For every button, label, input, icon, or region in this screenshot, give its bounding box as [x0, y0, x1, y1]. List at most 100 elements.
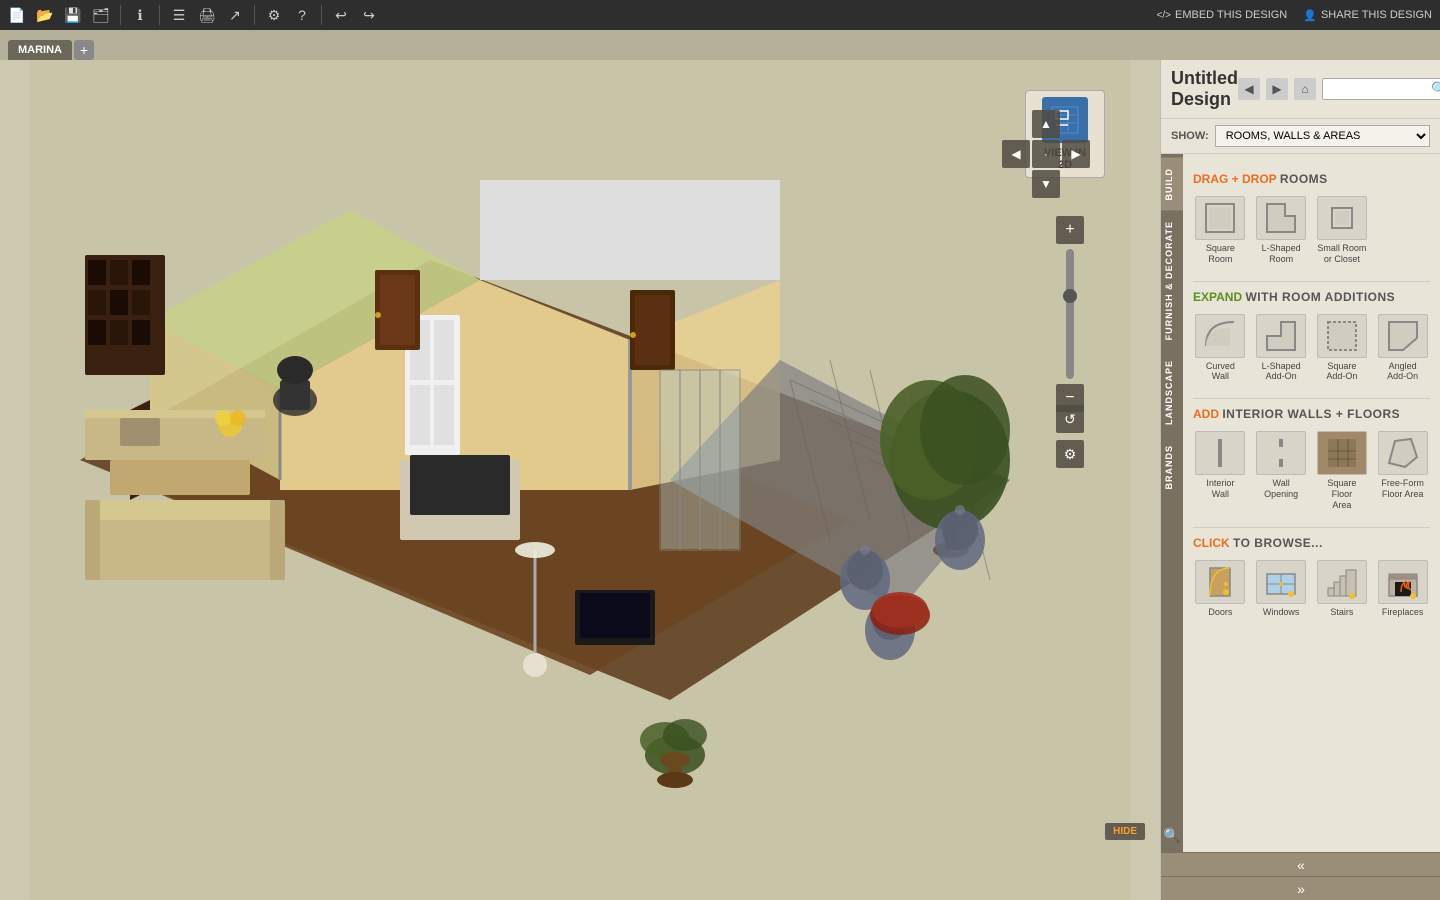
tab-landscape[interactable]: LANDSCAPE	[1161, 350, 1183, 435]
divider-2	[1193, 398, 1430, 399]
save-icon[interactable]: 💾	[64, 6, 82, 24]
nav-center-btn[interactable]: ·	[1032, 140, 1060, 168]
tab-brands[interactable]: BRANDS	[1161, 435, 1183, 500]
print-icon[interactable]: 🖨	[198, 6, 216, 24]
nav-down-btn[interactable]: ▼	[1032, 170, 1060, 198]
stairs-label: Stairs	[1330, 607, 1353, 618]
right-panel: Untitled Design ◀ ▶ ⌂ 🔍 SHOW: ROOMS, WAL…	[1160, 60, 1440, 900]
sec4-highlight: CLICK	[1193, 536, 1230, 550]
nav-up-btn[interactable]: ▲	[1032, 110, 1060, 138]
panel-search-input[interactable]	[1327, 83, 1427, 95]
show-bar: SHOW: ROOMS, WALLS & AREAS	[1161, 119, 1440, 154]
canvas-area[interactable]: VIEW IN 2D ▲ ◀ · ▶ ▼ + − ↺	[0, 60, 1160, 900]
toolbar: 📄 📂 💾 🗂 ℹ ☰ 🖨 ↗ ⚙ ? ↩ ↪ </> EMBED THIS D…	[0, 0, 1440, 30]
square-addon-label: SquareAdd-On	[1326, 361, 1357, 383]
share-btn[interactable]: 👤 SHARE THIS DESIGN	[1303, 9, 1432, 22]
panel-header-actions: ◀ ▶ ⌂ 🔍	[1238, 78, 1440, 100]
small-room-label: Small Roomor Closet	[1317, 243, 1366, 265]
open-icon[interactable]: 📂	[36, 6, 54, 24]
floor-plan-svg	[0, 60, 1160, 900]
freeform-floor-label: Free-FormFloor Area	[1381, 478, 1424, 500]
settings-icon[interactable]: ⚙	[265, 6, 283, 24]
item-lshaped-addon[interactable]: L-ShapedAdd-On	[1254, 310, 1309, 387]
panel-body: BUILD FURNISH & DECORATE LANDSCAPE BRAND…	[1161, 154, 1440, 852]
tab-marina[interactable]: MARINA	[8, 40, 72, 60]
item-interior-wall[interactable]: InteriorWall	[1193, 427, 1248, 514]
sec3-highlight: ADD	[1193, 407, 1219, 421]
item-freeform-floor[interactable]: Free-FormFloor Area	[1375, 427, 1430, 514]
sep2	[159, 5, 160, 25]
panel-back-btn[interactable]: ◀	[1238, 78, 1260, 100]
angled-addon-label: AngledAdd-On	[1387, 361, 1418, 383]
item-square-room[interactable]: SquareRoom	[1193, 192, 1248, 269]
redo-icon[interactable]: ↪	[360, 6, 378, 24]
export-icon[interactable]: ↗	[226, 6, 244, 24]
help-icon[interactable]: ?	[293, 6, 311, 24]
section-browse-header: CLICK TO BROWSE...	[1193, 536, 1430, 550]
panel-search[interactable]: 🔍	[1322, 78, 1440, 100]
zoom-slider[interactable]	[1066, 249, 1074, 379]
panel-bottom-controls: « »	[1161, 852, 1440, 900]
item-small-room[interactable]: Small Roomor Closet	[1315, 192, 1370, 269]
expand-grid: CurvedWall L-ShapedAdd-On SquareAdd-On	[1193, 310, 1430, 387]
info-icon[interactable]: ℹ	[131, 6, 149, 24]
collapse-up-btn[interactable]: «	[1161, 852, 1440, 876]
interior-wall-icon	[1195, 431, 1245, 475]
nav-controls: ▲ ◀ · ▶ ▼	[1002, 110, 1090, 198]
item-angled-addon[interactable]: AngledAdd-On	[1375, 310, 1430, 387]
item-lshaped-room[interactable]: L-ShapedRoom	[1254, 192, 1309, 269]
small-room-icon	[1317, 196, 1367, 240]
lshaped-room-label: L-ShapedRoom	[1262, 243, 1301, 265]
show-dropdown[interactable]: ROOMS, WALLS & AREAS	[1215, 125, 1430, 147]
sec1-highlight: DRAG + DROP	[1193, 172, 1276, 186]
main-area: VIEW IN 2D ▲ ◀ · ▶ ▼ + − ↺	[0, 60, 1440, 900]
nav-left-btn[interactable]: ◀	[1002, 140, 1030, 168]
side-tabs: BUILD FURNISH & DECORATE LANDSCAPE BRAND…	[1161, 154, 1183, 852]
freeform-floor-icon	[1378, 431, 1428, 475]
zoom-in-btn[interactable]: +	[1056, 216, 1084, 244]
section-interior-header: ADD INTERIOR WALLS + FLOORS	[1193, 407, 1430, 421]
undo-icon[interactable]: ↩	[332, 6, 350, 24]
new-icon[interactable]: 📄	[8, 6, 26, 24]
panel-home-btn[interactable]: ⌂	[1294, 78, 1316, 100]
item-square-addon[interactable]: SquareAdd-On	[1315, 310, 1370, 387]
square-room-label: SquareRoom	[1206, 243, 1235, 265]
nav-right-btn[interactable]: ▶	[1062, 140, 1090, 168]
wall-opening-label: WallOpening	[1264, 478, 1298, 500]
fireplaces-icon	[1378, 560, 1428, 604]
hide-btn[interactable]: HIDE	[1105, 823, 1145, 840]
show-label: SHOW:	[1171, 130, 1209, 142]
divider-1	[1193, 281, 1430, 282]
panel-content: DRAG + DROP ROOMS SquareRoom L-S	[1183, 154, 1440, 852]
item-doors[interactable]: Doors	[1193, 556, 1248, 622]
square-floor-icon	[1317, 431, 1367, 475]
square-floor-label: Square FloorArea	[1317, 478, 1368, 510]
item-fireplaces[interactable]: Fireplaces	[1375, 556, 1430, 622]
zoom-slider-thumb[interactable]	[1063, 289, 1077, 303]
panel-header: Untitled Design ◀ ▶ ⌂ 🔍	[1161, 60, 1440, 119]
reset-view-btn[interactable]: ↺	[1056, 405, 1084, 433]
item-windows[interactable]: Windows	[1254, 556, 1309, 622]
tab-add-btn[interactable]: +	[74, 40, 94, 60]
item-stairs[interactable]: Stairs	[1315, 556, 1370, 622]
search-icon[interactable]: 🔍	[1431, 81, 1440, 97]
saveas-icon[interactable]: 🗂	[92, 6, 110, 24]
item-square-floor[interactable]: Square FloorArea	[1315, 427, 1370, 514]
section-drag-drop-header: DRAG + DROP ROOMS	[1193, 172, 1430, 186]
list-icon[interactable]: ☰	[170, 6, 188, 24]
panel-forward-btn[interactable]: ▶	[1266, 78, 1288, 100]
tab-build[interactable]: BUILD	[1161, 158, 1183, 211]
embed-share-area: </> EMBED THIS DESIGN 👤 SHARE THIS DESIG…	[1157, 9, 1432, 22]
view-settings-btn[interactable]: ⚙	[1056, 440, 1084, 468]
collapse-down-btn[interactable]: »	[1161, 876, 1440, 900]
divider-3	[1193, 527, 1430, 528]
windows-icon	[1256, 560, 1306, 604]
sec2-rest: WITH ROOM ADDITIONS	[1245, 290, 1395, 304]
item-wall-opening[interactable]: WallOpening	[1254, 427, 1309, 514]
doors-label: Doors	[1208, 607, 1232, 618]
embed-btn[interactable]: </> EMBED THIS DESIGN	[1157, 9, 1288, 21]
item-curved-wall[interactable]: CurvedWall	[1193, 310, 1248, 387]
drag-drop-grid: SquareRoom L-ShapedRoom Small Roomor Clo…	[1193, 192, 1430, 269]
side-tab-search-icon[interactable]: 🔍	[1161, 819, 1184, 852]
tab-furnish-decorate[interactable]: FURNISH & DECORATE	[1161, 211, 1183, 350]
